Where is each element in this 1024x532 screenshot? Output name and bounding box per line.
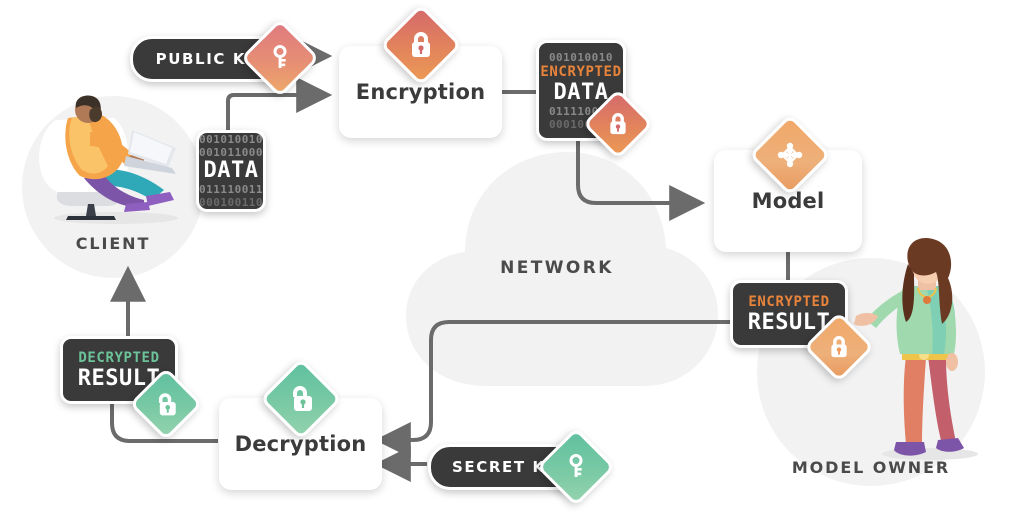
model-owner-label: MODEL OWNER <box>791 458 951 477</box>
model-owner-illustration <box>854 238 978 460</box>
decrypted-result-tag: DECRYPTED <box>78 349 160 366</box>
key-icon <box>267 45 293 71</box>
encryption-label: Encryption <box>355 80 486 104</box>
key-icon <box>563 454 589 480</box>
data-block: 001010010 001011000 DATA 011110011 00010… <box>196 130 266 212</box>
closed-padlock-icon <box>828 335 850 359</box>
data-bits-line4: 000100110 <box>198 196 264 209</box>
closed-padlock-icon <box>408 31 434 59</box>
client-illustration <box>39 95 178 224</box>
data-bits-line1: 001010010 <box>198 133 264 146</box>
diagram-canvas: CLIENT MODEL OWNER NETWORK PUBLIC KEY 00… <box>0 0 1024 532</box>
closed-padlock-icon <box>607 112 629 136</box>
encrypted-result-tag: ENCRYPTED <box>748 293 830 310</box>
client-label: CLIENT <box>75 234 151 253</box>
encrypted-data-word: DATA <box>553 79 609 105</box>
neural-network-icon <box>776 141 804 169</box>
data-word: DATA <box>203 158 259 183</box>
open-padlock-icon <box>288 385 314 413</box>
encrypted-data-tag: ENCRYPTED <box>540 63 622 80</box>
encrypted-data-bits-line1: 001010010 <box>548 50 614 64</box>
network-label: NETWORK <box>500 258 614 278</box>
data-bits-line3: 011110011 <box>198 183 264 196</box>
open-padlock-icon <box>155 392 178 417</box>
